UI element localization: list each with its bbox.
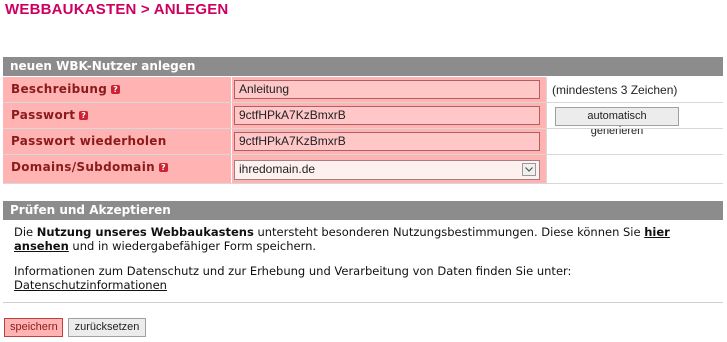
save-button[interactable]: speichern <box>4 318 63 337</box>
passwort-input[interactable]: 9ctfHPkA7KzBmxrB <box>234 106 540 125</box>
help-icon[interactable]: ? <box>158 163 168 172</box>
generate-password-button[interactable]: automatisch generieren <box>555 107 679 137</box>
passwort-wiederholen-input[interactable]: 9ctfHPkA7KzBmxrB <box>234 132 540 151</box>
label-passwort: Passwort <box>11 108 76 122</box>
label-passwort-wiederholen: Passwort wiederholen <box>11 134 167 148</box>
form-row-domains: Domains/Subdomain? ihredomain.de <box>3 155 723 183</box>
chevron-down-icon[interactable] <box>522 163 536 176</box>
terms-bold-text: Nutzung unseres Webbaukastens <box>36 225 254 239</box>
help-icon[interactable]: ? <box>79 111 89 120</box>
privacy-link[interactable]: Datenschutzinformationen <box>14 278 167 292</box>
page-title: WEBBAUKASTEN > ANLEGEN <box>5 1 229 18</box>
form-row-passwort-wiederholen: Passwort wiederholen 9ctfHPkA7KzBmxrB <box>3 129 723 154</box>
reset-button[interactable]: zurücksetzen <box>68 318 146 337</box>
domain-select[interactable]: ihredomain.de <box>234 160 540 180</box>
privacy-paragraph: Informationen zum Datenschutz und zur Er… <box>14 264 572 292</box>
beschreibung-input[interactable]: Anleitung <box>234 80 540 99</box>
domain-select-value: ihredomain.de <box>239 162 316 176</box>
help-icon[interactable]: ? <box>111 85 121 94</box>
beschreibung-hint: (mindestens 3 Zeichen) <box>552 83 678 97</box>
label-domains: Domains/Subdomain <box>11 160 155 174</box>
form-row-beschreibung: Beschreibung? Anleitung (mindestens 3 Ze… <box>3 77 723 102</box>
terms-paragraph: Die Nutzung unseres Webbaukastens unters… <box>14 225 670 253</box>
label-beschreibung: Beschreibung <box>11 82 108 96</box>
review-section-header: Prüfen und Akzeptieren <box>3 201 723 220</box>
form-section-header: neuen WBK-Nutzer anlegen <box>3 57 723 76</box>
